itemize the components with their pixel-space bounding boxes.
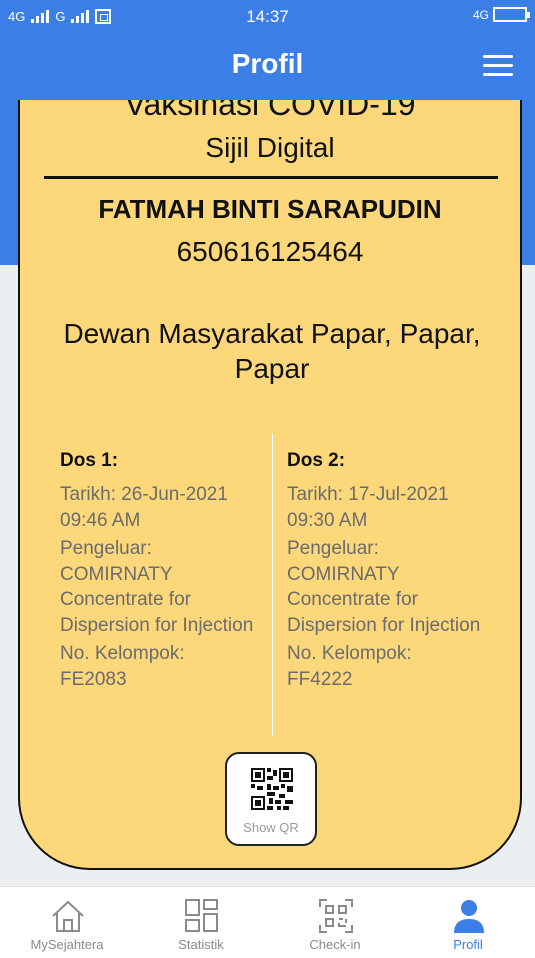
nav-item-mysejahtera[interactable]: MySejahtera [0, 887, 134, 958]
nav-label: MySejahtera [30, 937, 104, 952]
qr-scan-icon [319, 899, 353, 933]
dose-manufacturer: COMIRNATY Concentrate for Dispersion for… [287, 563, 481, 636]
dose-batch-label: No. Kelompok: [60, 643, 185, 664]
nav-label: Profil [453, 937, 483, 952]
nav-label: Statistik [178, 937, 224, 952]
vaccination-location: Dewan Masyarakat Papar, Papar, Papar [63, 318, 481, 384]
dose-manufacturer-label: Pengeluar: [60, 538, 152, 559]
dose-manufacturer-label: Pengeluar: [287, 538, 379, 559]
divider [44, 176, 498, 179]
status-bar: 4G G 14:37 4G [0, 0, 535, 36]
holder-name: FATMAH BINTI SARAPUDIN [98, 194, 442, 224]
doses-section: Dos 1: Tarikh: 26-Jun-2021 09:46 AM Peng… [60, 434, 500, 736]
clock: 14:37 [246, 7, 289, 26]
battery-icon [493, 7, 530, 22]
dose-manufacturer: COMIRNATY Concentrate for Dispersion for… [60, 563, 254, 636]
dose-batch: FF4222 [287, 668, 353, 690]
nav-label: Check-in [309, 937, 361, 952]
certificate-card: Vaksinasi COVID-19 Sijil Digital FATMAH … [18, 100, 522, 870]
nav-item-profil[interactable]: Profil [401, 887, 535, 958]
dose-batch: FE2083 [60, 668, 127, 690]
certificate-subtitle: Sijil Digital [205, 132, 335, 163]
dose-date: Tarikh: 17-Jul-2021 [287, 484, 449, 505]
bottom-nav: MySejahtera Statistik Check-in Profil [0, 886, 535, 958]
dose-time: 09:30 AM [287, 509, 368, 531]
show-qr-label: Show QR [243, 820, 299, 835]
dose-divider [272, 434, 273, 736]
nav-item-statistik[interactable]: Statistik [134, 887, 268, 958]
person-icon [454, 900, 484, 933]
dose-title: Dos 2: [287, 450, 346, 471]
show-qr-button[interactable]: Show QR [225, 752, 317, 846]
dose-title: Dos 1: [60, 450, 119, 471]
status-right: 4G [472, 7, 530, 22]
certificate-title: Vaksinasi COVID-19 [124, 100, 416, 122]
dose-1: Dos 1: Tarikh: 26-Jun-2021 09:46 AM Peng… [60, 450, 260, 692]
dose-date: Tarikh: 26-Jun-2021 [60, 484, 228, 505]
dose-2: Dos 2: Tarikh: 17-Jul-2021 09:30 AM Peng… [287, 450, 487, 692]
hamburger-menu-icon[interactable] [483, 55, 513, 77]
network-type-top-right: 4G [472, 7, 489, 22]
nav-item-check-in[interactable]: Check-in [268, 887, 402, 958]
holder-id-number: 650616125464 [176, 236, 364, 267]
dose-batch-label: No. Kelompok: [287, 643, 412, 664]
qr-code-icon [251, 768, 293, 810]
dose-time: 09:46 AM [60, 509, 141, 531]
page-title: Profil [231, 48, 304, 79]
home-icon [52, 900, 84, 932]
grid-icon [185, 899, 218, 932]
